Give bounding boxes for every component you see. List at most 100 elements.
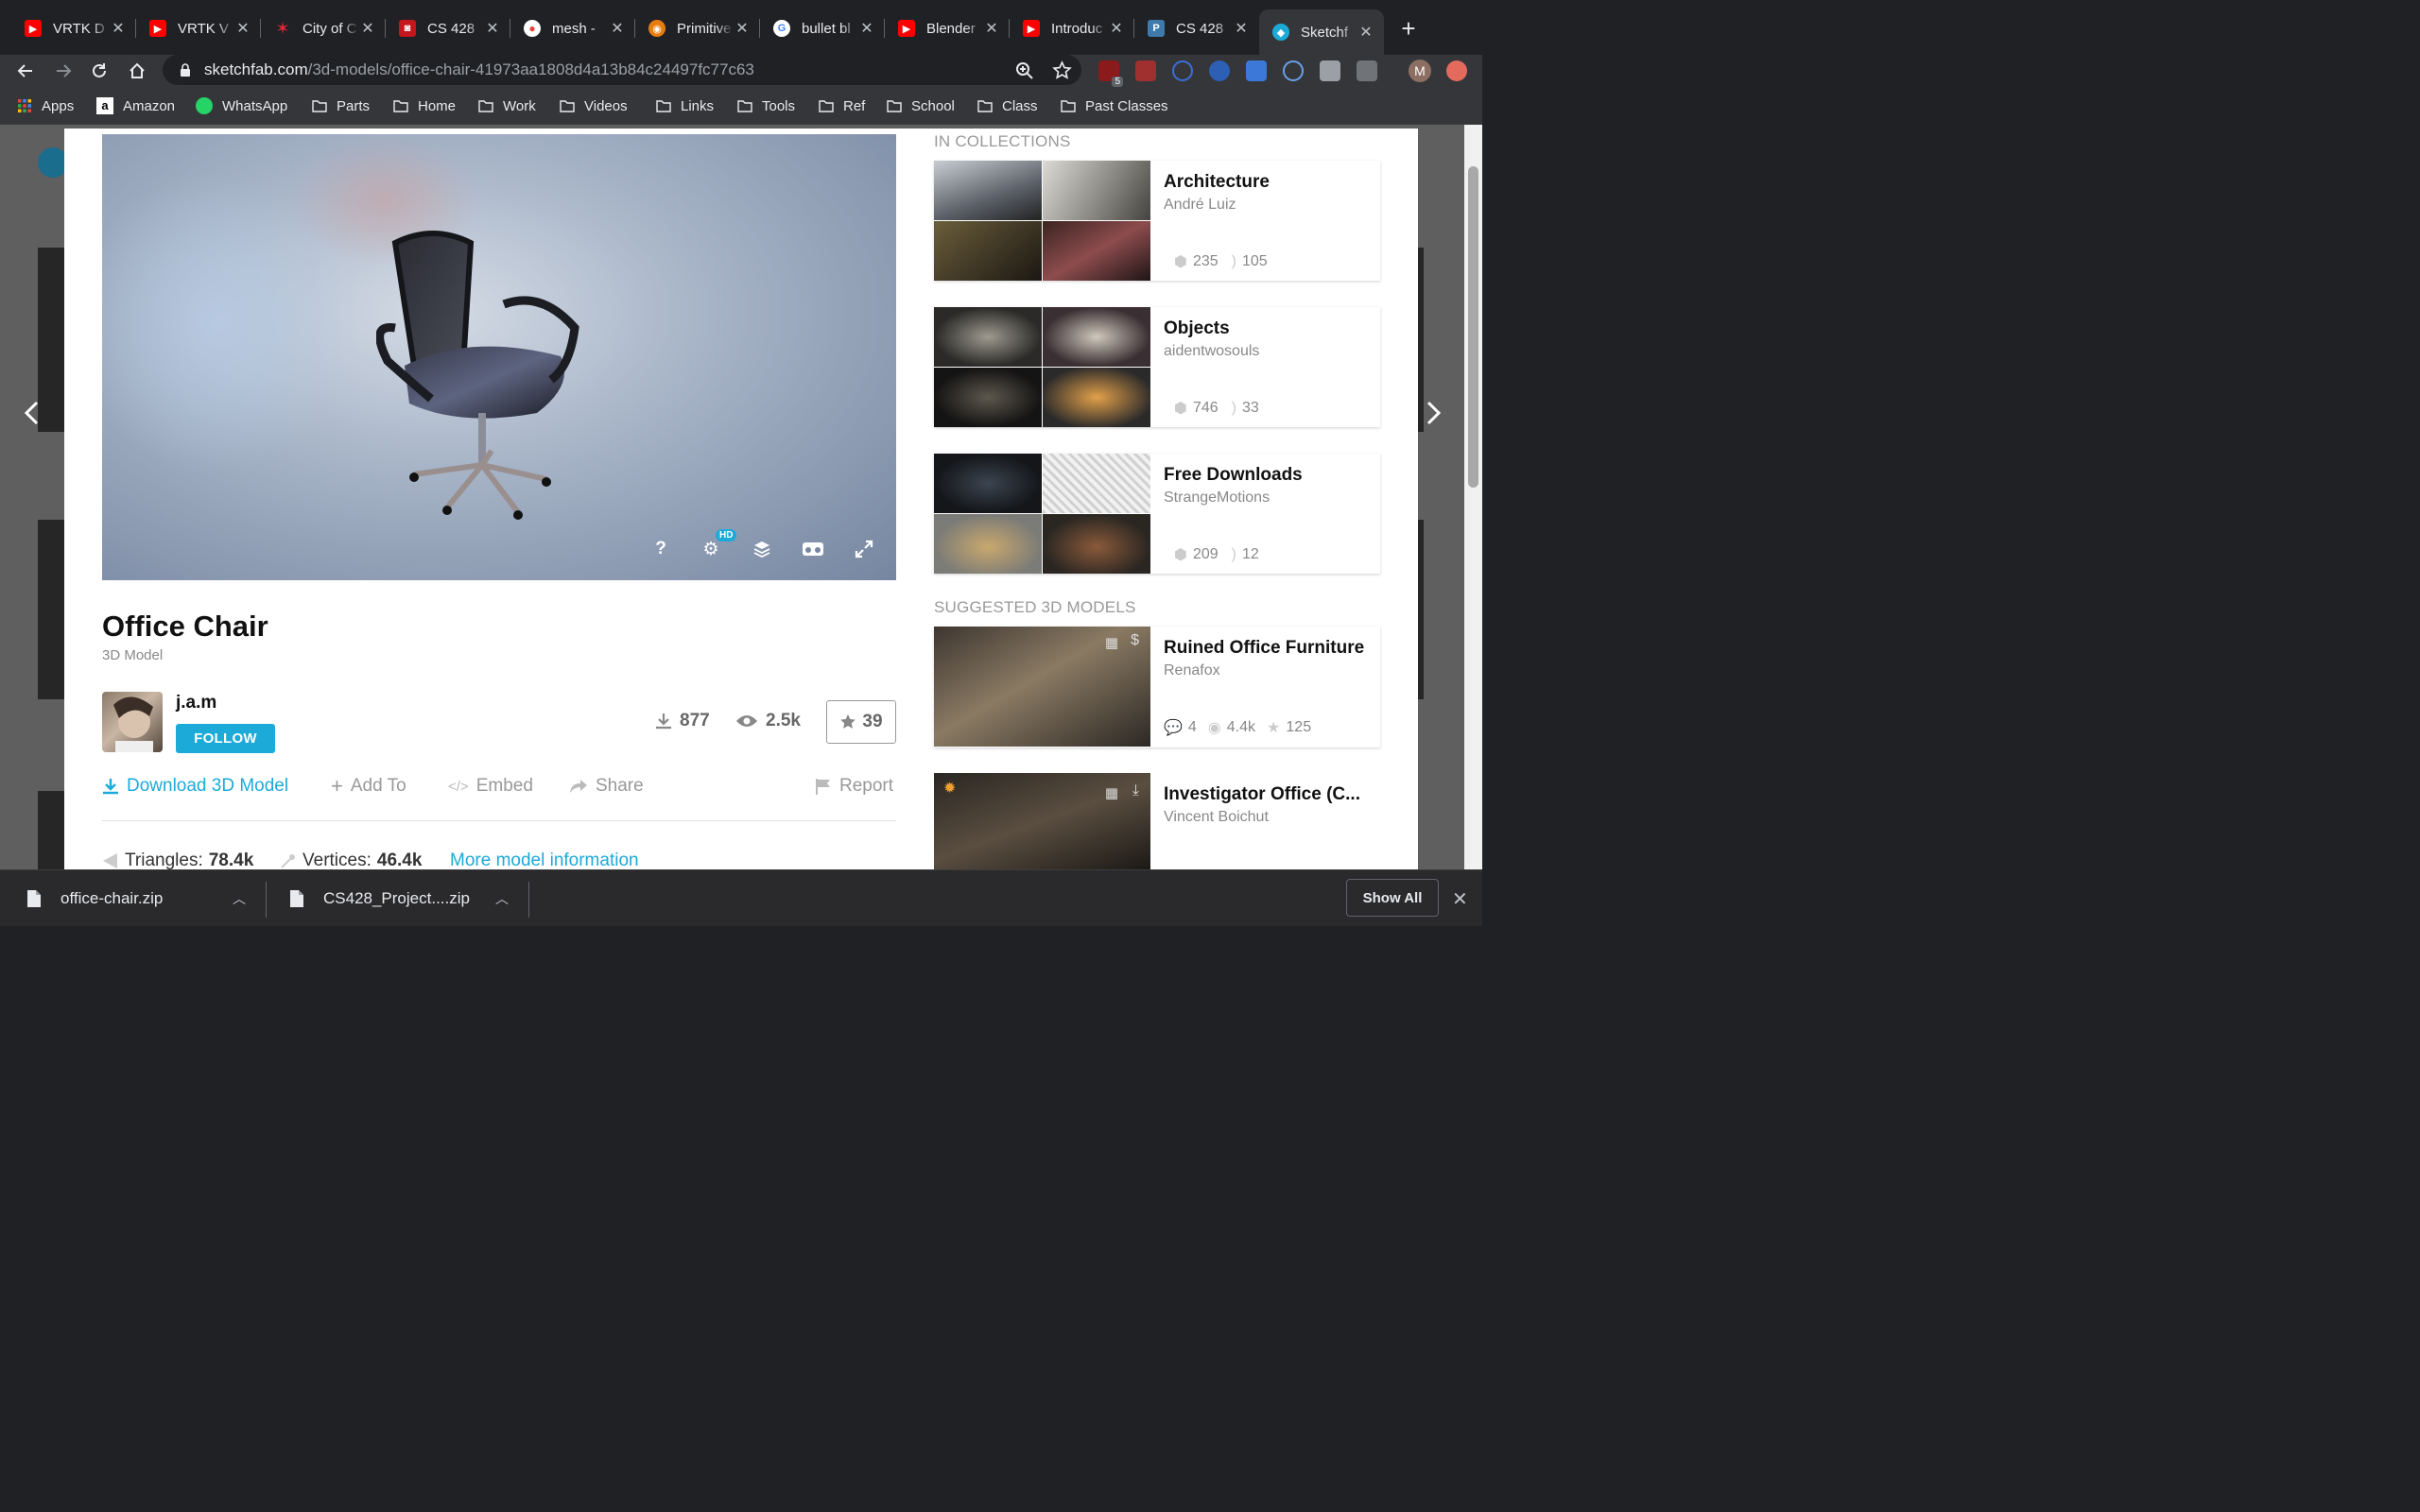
collection-card-architecture[interactable]: Architecture André Luiz ⬢ 235 ) 105 bbox=[934, 161, 1380, 281]
extension-icon-6[interactable] bbox=[1283, 60, 1304, 81]
extension-icon-8[interactable] bbox=[1357, 60, 1377, 81]
like-button[interactable]: 39 bbox=[826, 700, 896, 744]
author-name[interactable]: j.a.m bbox=[176, 693, 216, 713]
suggested-model-owner[interactable]: Vincent Boichut bbox=[1164, 809, 1269, 826]
bookmark-folder-tools[interactable]: Tools bbox=[737, 96, 795, 115]
bookmark-label: Class bbox=[1002, 97, 1038, 114]
suggested-card-investigator-office[interactable]: ✹ ▦ ⤓ Investigator Office (C... Vincent … bbox=[934, 773, 1380, 869]
bookmark-amazon[interactable]: a Amazon bbox=[96, 96, 175, 115]
close-icon[interactable]: ✕ bbox=[1233, 19, 1250, 38]
bookmark-folder-ref[interactable]: Ref bbox=[819, 96, 865, 115]
add-to-button[interactable]: + Add To bbox=[331, 776, 406, 797]
bookmark-folder-parts[interactable]: Parts bbox=[312, 96, 370, 115]
layers-icon[interactable] bbox=[751, 538, 773, 560]
collection-stats: ⬢ 209 ) 12 bbox=[1174, 545, 1259, 564]
bookmark-label: Ref bbox=[843, 97, 866, 114]
vr-headset-icon[interactable] bbox=[802, 538, 824, 560]
bookmark-folder-videos[interactable]: Videos bbox=[560, 96, 628, 115]
bookmark-whatsapp[interactable]: WhatsApp bbox=[196, 96, 287, 115]
tab-introduc[interactable]: ▶ Introduc ✕ bbox=[1010, 11, 1134, 45]
suggested-model-owner[interactable]: Renafox bbox=[1164, 662, 1220, 679]
reload-button[interactable] bbox=[85, 57, 113, 85]
download-item[interactable]: CS428_Project....zip ︿ bbox=[289, 870, 526, 927]
zip-file-icon bbox=[27, 890, 41, 907]
model-thumbnail: ▦ $ bbox=[934, 627, 1150, 747]
divider bbox=[528, 882, 529, 918]
extension-icon-3[interactable] bbox=[1172, 60, 1193, 81]
forward-arrow-icon bbox=[57, 64, 72, 77]
close-icon[interactable]: ✕ bbox=[734, 19, 751, 38]
chevron-up-icon[interactable]: ︿ bbox=[495, 889, 509, 908]
download-icon bbox=[656, 713, 671, 730]
next-model-arrow[interactable] bbox=[1422, 399, 1450, 427]
download-model-button[interactable]: Download 3D Model bbox=[102, 776, 288, 797]
bookmark-apps[interactable]: Apps bbox=[17, 96, 74, 115]
close-icon[interactable]: ✕ bbox=[359, 19, 376, 38]
close-icon[interactable]: ✕ bbox=[234, 19, 251, 38]
show-all-downloads-button[interactable]: Show All bbox=[1346, 879, 1439, 917]
collection-owner[interactable]: StrangeMotions bbox=[1164, 490, 1270, 507]
collection-owner[interactable]: aidentwosouls bbox=[1164, 343, 1259, 360]
close-icon[interactable]: ✕ bbox=[1108, 19, 1125, 38]
home-button[interactable] bbox=[123, 57, 151, 85]
chevron-up-icon[interactable]: ︿ bbox=[233, 889, 246, 908]
tab-cs428[interactable]: ◙ CS 428 ✕ bbox=[386, 11, 510, 45]
collection-card-objects[interactable]: Objects aidentwosouls ⬢ 746 ) 33 bbox=[934, 307, 1380, 427]
follow-button[interactable]: FOLLOW bbox=[176, 724, 275, 753]
profile-avatar[interactable]: M bbox=[1409, 60, 1431, 82]
report-button[interactable]: Report bbox=[815, 776, 893, 797]
fullscreen-icon[interactable] bbox=[853, 538, 875, 560]
zoom-icon[interactable] bbox=[1015, 61, 1034, 80]
collection-name[interactable]: Objects bbox=[1164, 318, 1374, 339]
close-icon[interactable]: ✕ bbox=[484, 19, 501, 38]
suggested-model-name[interactable]: Investigator Office (C... bbox=[1164, 784, 1374, 805]
model-viewer[interactable]: ? ⚙ HD bbox=[102, 134, 896, 580]
bookmark-folder-past-classes[interactable]: Past Classes bbox=[1061, 96, 1168, 115]
bookmark-folder-work[interactable]: Work bbox=[478, 96, 536, 115]
bookmark-folder-links[interactable]: Links bbox=[656, 96, 714, 115]
tab-sketchfab[interactable]: ◆ Sketchf ✕ bbox=[1259, 9, 1384, 55]
close-icon[interactable]: ✕ bbox=[1357, 23, 1374, 42]
collection-owner[interactable]: André Luiz bbox=[1164, 197, 1236, 214]
address-bar[interactable]: sketchfab.com/3d-models/office-chair-419… bbox=[163, 55, 1081, 85]
tab-primitive[interactable]: ◉ Primitive ✕ bbox=[635, 11, 760, 45]
new-tab-button[interactable]: + bbox=[1395, 15, 1422, 42]
tab-cs428-piazza[interactable]: P CS 428 ✕ bbox=[1134, 11, 1259, 45]
download-item[interactable]: office-chair.zip ︿ bbox=[26, 870, 263, 927]
more-model-info-link[interactable]: More model information bbox=[450, 850, 639, 871]
collection-name[interactable]: Free Downloads bbox=[1164, 465, 1374, 486]
reader-extension-icon[interactable] bbox=[1246, 60, 1267, 81]
help-icon[interactable]: ? bbox=[649, 538, 672, 560]
author-avatar[interactable] bbox=[102, 692, 163, 752]
bookmark-folder-class[interactable]: Class bbox=[977, 96, 1038, 115]
tab-city-of-chicago[interactable]: ✶ City of C ✕ bbox=[261, 11, 386, 45]
tab-vrtk-v[interactable]: ▶ VRTK V ✕ bbox=[136, 11, 261, 45]
extension-icon-2[interactable] bbox=[1135, 60, 1156, 81]
share-button[interactable]: Share bbox=[569, 776, 644, 797]
tab-vrtk-d[interactable]: ▶ VRTK D ✕ bbox=[11, 11, 136, 45]
extension-icon-4[interactable] bbox=[1209, 60, 1230, 81]
update-icon[interactable] bbox=[1446, 60, 1467, 81]
bookmark-folder-school[interactable]: School bbox=[887, 96, 955, 115]
bookmark-star-icon[interactable] bbox=[1052, 60, 1072, 80]
embed-button[interactable]: </> Embed bbox=[448, 776, 533, 797]
close-icon[interactable]: ✕ bbox=[983, 19, 1000, 38]
close-icon[interactable]: ✕ bbox=[1452, 887, 1468, 911]
forward-button[interactable] bbox=[49, 57, 78, 85]
bookmark-folder-home[interactable]: Home bbox=[393, 96, 456, 115]
previous-model-arrow[interactable] bbox=[21, 399, 49, 427]
back-button[interactable] bbox=[11, 57, 40, 85]
camera-extension-icon[interactable] bbox=[1320, 60, 1340, 81]
close-icon[interactable]: ✕ bbox=[609, 19, 626, 38]
tab-blender[interactable]: ▶ Blender ✕ bbox=[885, 11, 1010, 45]
suggested-card-ruined-office[interactable]: ▦ $ Ruined Office Furniture Renafox 💬 4 ◉… bbox=[934, 627, 1380, 747]
collection-card-free-downloads[interactable]: Free Downloads StrangeMotions ⬢ 209 ) 12 bbox=[934, 454, 1380, 574]
tab-bullet[interactable]: G bullet bl ✕ bbox=[760, 11, 885, 45]
suggested-model-name[interactable]: Ruined Office Furniture bbox=[1164, 638, 1374, 659]
tab-mesh[interactable]: ● mesh - ✕ bbox=[510, 11, 635, 45]
close-icon[interactable]: ✕ bbox=[110, 19, 127, 38]
close-icon[interactable]: ✕ bbox=[858, 19, 875, 38]
collection-name[interactable]: Architecture bbox=[1164, 172, 1374, 193]
ublock-extension-icon[interactable]: 5 bbox=[1098, 60, 1123, 87]
scrollbar-thumb[interactable] bbox=[1468, 166, 1478, 488]
